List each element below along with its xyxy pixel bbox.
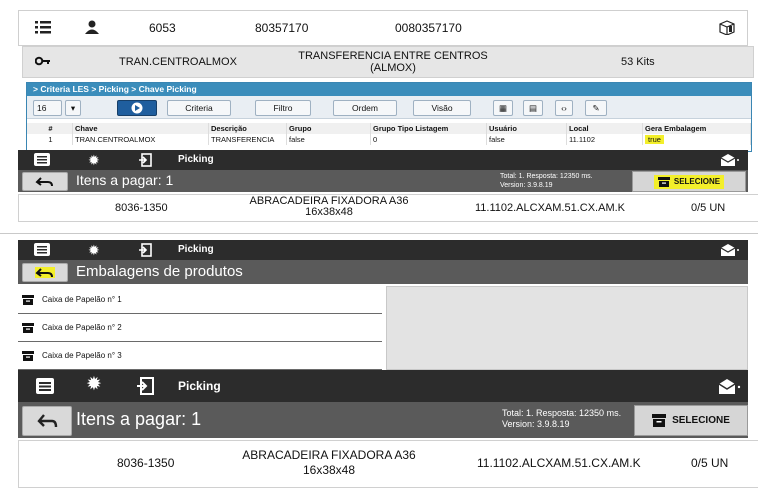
list-item[interactable]: 8036-1350 ABRACADEIRA FIXADORA A36 16x38… [18, 194, 758, 222]
kits-count: 53 Kits [621, 56, 655, 68]
item-code: 8036-1350 [115, 202, 168, 214]
col-gera-embalagem[interactable]: Gera Embalagem [643, 123, 751, 134]
box-icon [652, 414, 667, 427]
col-local[interactable]: Local [567, 123, 643, 134]
exit-icon[interactable] [138, 153, 152, 167]
exit-icon[interactable] [138, 243, 152, 257]
header-bar-small: Itens a pagar: 1 Total: 1. Resposta: 123… [18, 170, 748, 192]
view-button[interactable]: Visão [413, 100, 471, 116]
record-code-padded: 0080357170 [395, 21, 462, 35]
divider [0, 233, 758, 234]
order-button[interactable]: Ordem [333, 100, 397, 116]
code-icon[interactable]: ‹› [555, 100, 573, 116]
item-quantity: 0/5 UN [691, 202, 726, 214]
summary-row: 6053 80357170 0080357170 [18, 10, 748, 46]
app-title: Picking [178, 379, 221, 393]
page-heading: Embalagens de produtos [76, 263, 243, 280]
app-title: Picking [178, 154, 214, 165]
box-icon [22, 323, 34, 333]
app-bar-packaging: ✹ Picking [18, 240, 748, 260]
picking-key-row: TRAN.CENTROALMOX TRANSFERENCIA ENTRE CEN… [22, 46, 754, 78]
box-icon [22, 295, 34, 305]
table-row[interactable]: 1 TRAN.CENTROALMOX TRANSFERENCIA false 0… [27, 134, 751, 145]
breadcrumb: > Criteria LES > Picking > Chave Picking [27, 83, 751, 96]
box-icon [22, 351, 34, 361]
save-icon[interactable]: ▤ [523, 100, 543, 116]
col-chave[interactable]: Chave [73, 123, 209, 134]
back-button[interactable] [22, 172, 68, 191]
response-info: Total: 1. Resposta: 12350 ms. Version: 3… [500, 173, 593, 189]
list-item[interactable]: 8036-1350 ABRACADEIRA FIXADORA A36 16x38… [18, 440, 758, 488]
list-item[interactable]: Caixa de Papelão n° 1 [18, 286, 382, 314]
col-grupo[interactable]: Grupo [287, 123, 371, 134]
key-name: TRAN.CENTROALMOX [119, 56, 237, 68]
item-quantity: 0/5 UN [691, 456, 729, 470]
mail-icon[interactable] [718, 378, 742, 395]
response-info: Total: 1. Resposta: 12350 ms. Version: 3… [502, 408, 622, 429]
go-button[interactable] [117, 100, 157, 116]
export-icon[interactable]: ▦ [493, 100, 513, 116]
select-button[interactable]: SELECIONE [632, 171, 746, 192]
col-index: # [27, 123, 73, 134]
page-heading: Itens a pagar: 1 [76, 172, 174, 188]
highlighted-value: true [645, 135, 664, 144]
menu-icon[interactable] [36, 378, 54, 394]
criteria-toolbar: 16 ▾ Criteria Filtro Ordem Visão ▦ ▤ ‹› … [27, 96, 751, 119]
list-icon[interactable] [35, 20, 51, 34]
menu-icon[interactable] [34, 153, 50, 166]
box-icon [719, 20, 735, 35]
select-button[interactable]: SELECIONE [634, 405, 748, 436]
page-size-stepper[interactable]: ▾ [65, 100, 81, 116]
criteria-button[interactable]: Criteria [167, 100, 231, 116]
page-size-select[interactable]: 16 [33, 100, 62, 116]
box-icon [657, 176, 670, 187]
col-usuario[interactable]: Usuário [487, 123, 567, 134]
app-bar-small: ✹ Picking [18, 150, 748, 170]
back-button[interactable] [22, 406, 72, 436]
header-bar-large: Itens a pagar: 1 Total: 1. Resposta: 123… [18, 402, 748, 438]
settings-icon[interactable]: ✹ [86, 375, 102, 395]
exit-icon[interactable] [136, 377, 154, 395]
back-button[interactable] [22, 263, 68, 282]
record-number: 6053 [149, 21, 176, 35]
filter-button[interactable]: Filtro [255, 100, 311, 116]
user-icon [85, 20, 99, 34]
key-description: TRANSFERENCIA ENTRE CENTROS (ALMOX) [298, 50, 488, 74]
packaging-detail-pane [386, 286, 748, 370]
item-location: 11.1102.ALCXAM.51.CX.AM.K [477, 456, 641, 470]
item-description: ABRACADEIRA FIXADORA A36 16x38x48 [242, 448, 416, 477]
packaging-list: Caixa de Papelão n° 1 Caixa de Papelão n… [18, 286, 382, 370]
item-location: 11.1102.ALCXAM.51.CX.AM.K [475, 202, 625, 214]
list-item[interactable]: Caixa de Papelão n° 3 [18, 342, 382, 370]
settings-icon[interactable]: ✹ [88, 152, 100, 168]
col-grupo-tipo[interactable]: Grupo Tipo Listagem [371, 123, 487, 134]
menu-icon[interactable] [34, 243, 50, 256]
list-item[interactable]: Caixa de Papelão n° 2 [18, 314, 382, 342]
settings-icon[interactable]: ✹ [88, 242, 100, 258]
app-bar-large: ✹ Picking [18, 370, 748, 402]
criteria-window: > Criteria LES > Picking > Chave Picking… [26, 82, 752, 152]
app-title: Picking [178, 244, 214, 255]
item-description: ABRACADEIRA FIXADORA A36 16x38x48 [249, 195, 409, 218]
mail-icon[interactable] [720, 243, 740, 257]
key-icon [35, 56, 51, 66]
page-heading: Itens a pagar: 1 [76, 409, 202, 429]
tools-icon[interactable]: ✎ [585, 100, 607, 116]
col-descricao[interactable]: Descrição [209, 123, 287, 134]
record-code: 80357170 [255, 21, 309, 35]
item-code: 8036-1350 [117, 456, 175, 470]
header-bar-packaging: Embalagens de produtos [18, 260, 748, 284]
mail-icon[interactable] [720, 153, 740, 167]
